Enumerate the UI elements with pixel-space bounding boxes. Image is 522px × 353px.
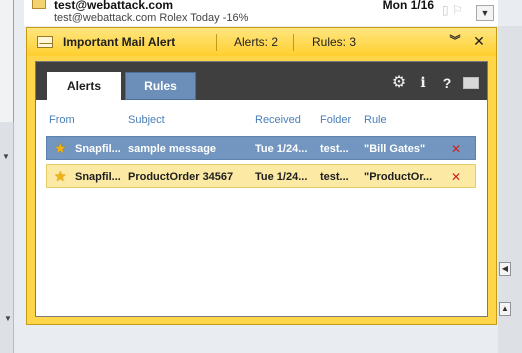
row-rule: "ProductOr...	[364, 171, 433, 183]
delete-icon[interactable]: ✕	[451, 165, 461, 189]
row-subject: sample message	[128, 143, 217, 155]
info-icon[interactable]: i	[415, 75, 431, 91]
scroll-down-arrow-icon[interactable]: ▼	[2, 152, 10, 161]
mail-icon[interactable]	[463, 77, 479, 89]
col-subject[interactable]: Subject	[128, 114, 165, 126]
collapse-icon[interactable]: ︾	[446, 33, 462, 49]
col-received[interactable]: Received	[255, 114, 301, 126]
title-divider	[216, 34, 217, 51]
chevron-down-icon[interactable]: ▼	[476, 5, 494, 21]
col-folder[interactable]: Folder	[320, 114, 351, 126]
table-row[interactable]: ★ Snapfil... sample message Tue 1/24... …	[46, 136, 476, 160]
column-headers: From Subject Received Folder Rule	[36, 114, 487, 130]
tab-bar: Alerts Rules ⚙ i ?	[36, 62, 487, 102]
scroll-down-arrow-icon-2[interactable]: ▼	[4, 314, 12, 323]
envelope-icon	[32, 0, 46, 9]
row-from: Snapfil...	[75, 143, 121, 155]
delete-icon[interactable]: ✕	[451, 137, 461, 161]
star-icon: ★	[54, 140, 67, 156]
table-row[interactable]: ★ Snapfil... ProductOrder 34567 Tue 1/24…	[46, 164, 476, 188]
row-subject: ProductOrder 34567	[128, 171, 234, 183]
alert-content-panel: Alerts Rules ⚙ i ? From Subject Received…	[35, 61, 488, 317]
right-scroll-strip: ◀ ▲	[498, 26, 522, 353]
help-icon[interactable]: ?	[439, 75, 455, 91]
scroll-left-icon[interactable]: ◀	[499, 262, 511, 276]
left-pane: ▼ ▼	[0, 0, 14, 353]
window-title: Important Mail Alert	[63, 35, 176, 49]
mail-list-row[interactable]: test@webattack.com Mon 1/16 test@webatta…	[24, 0, 498, 26]
mail-alert-window: Important Mail Alert Alerts: 2 Rules: 3 …	[26, 27, 497, 325]
flag-icon[interactable]: ▯ ⚐	[442, 3, 468, 17]
row-folder: test...	[320, 171, 349, 183]
left-scroll-track[interactable]	[0, 0, 14, 122]
row-folder: test...	[320, 143, 349, 155]
title-divider	[293, 34, 294, 51]
col-rule[interactable]: Rule	[364, 114, 387, 126]
mail-date: Mon 1/16	[382, 0, 434, 12]
row-received: Tue 1/24...	[255, 143, 308, 155]
col-from[interactable]: From	[49, 114, 75, 126]
alerts-count: Alerts: 2	[234, 35, 279, 49]
gear-icon[interactable]: ⚙	[391, 75, 407, 91]
alert-titlebar[interactable]: Important Mail Alert Alerts: 2 Rules: 3 …	[27, 28, 496, 56]
close-icon[interactable]: ✕	[471, 33, 487, 49]
envelope-icon	[37, 36, 53, 48]
row-received: Tue 1/24...	[255, 171, 308, 183]
row-from: Snapfil...	[75, 171, 121, 183]
star-icon: ★	[54, 168, 67, 184]
row-rule: "Bill Gates"	[364, 143, 426, 155]
mail-preview: test@webattack.com Rolex Today -16%	[54, 12, 249, 24]
tab-rules[interactable]: Rules	[125, 72, 196, 100]
tab-alerts[interactable]: Alerts	[47, 72, 121, 102]
mail-sender: test@webattack.com	[54, 0, 174, 12]
scroll-up-icon[interactable]: ▲	[499, 302, 511, 316]
rules-count: Rules: 3	[312, 35, 357, 49]
